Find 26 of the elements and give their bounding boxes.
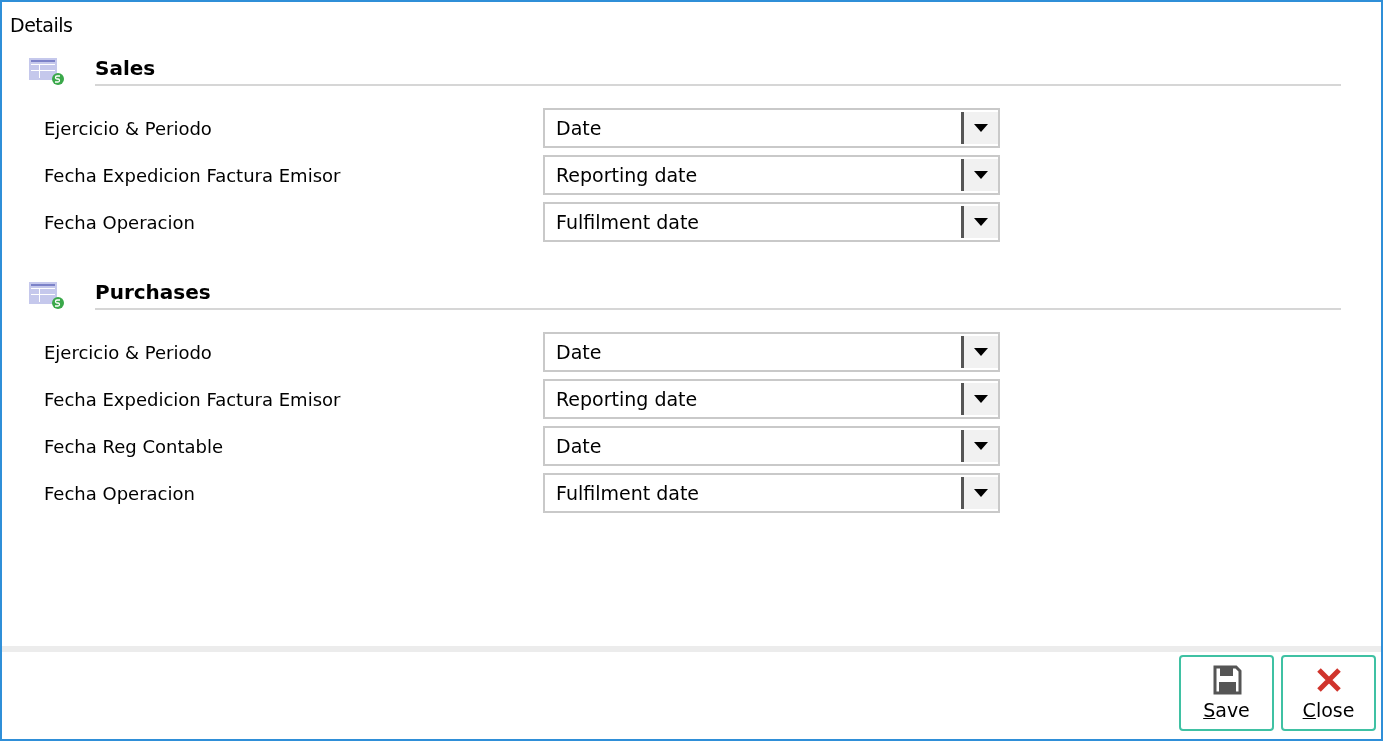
caret-icon — [974, 442, 988, 450]
dropdown-field[interactable]: Date — [543, 332, 1000, 372]
field-label: Fecha Expedicion Factura Emisor — [44, 164, 342, 186]
field-label: Ejercicio & Periodo — [44, 117, 213, 139]
caret-icon — [974, 348, 988, 356]
caret-icon — [974, 124, 988, 132]
window-title: Details — [9, 13, 74, 36]
caret-icon — [974, 218, 988, 226]
field-label: Fecha Operacion — [44, 211, 196, 233]
caret-icon — [974, 489, 988, 497]
close-button[interactable]: Close — [1281, 655, 1376, 731]
save-button[interactable]: Save — [1179, 655, 1274, 731]
dropdown-field[interactable]: Date — [543, 108, 1000, 148]
field-label: Fecha Reg Contable — [44, 435, 224, 457]
section-heading: Sales — [95, 56, 1341, 86]
dropdown-field[interactable]: Fulfilment date — [543, 473, 1000, 513]
field-label: Ejercicio & Periodo — [44, 341, 213, 363]
dropdown-field[interactable]: Fulfilment date — [543, 202, 1000, 242]
section-heading: Purchases — [95, 280, 1341, 310]
field-label: Fecha Expedicion Factura Emisor — [44, 388, 342, 410]
dropdown-field[interactable]: Reporting date — [543, 155, 1000, 195]
caret-icon — [974, 171, 988, 179]
dropdown-field[interactable]: Reporting date — [543, 379, 1000, 419]
caret-icon — [974, 395, 988, 403]
field-label: Fecha Operacion — [44, 482, 196, 504]
dropdown-field[interactable]: Date — [543, 426, 1000, 466]
